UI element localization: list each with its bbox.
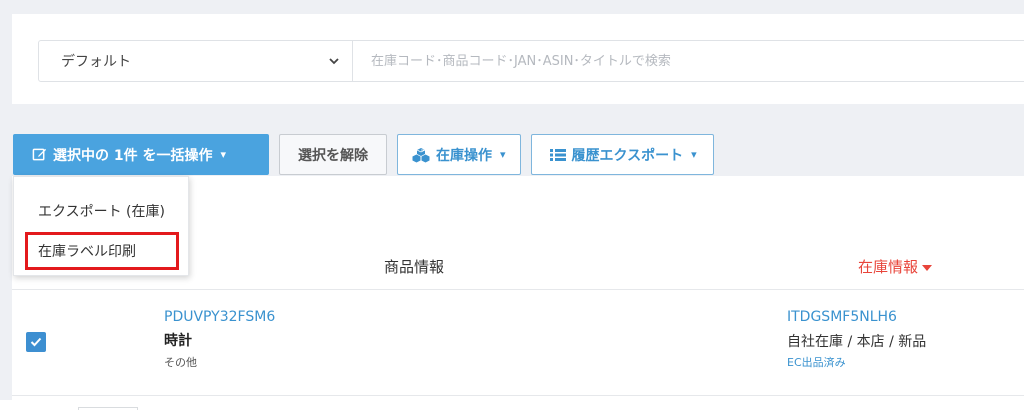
row-checkbox[interactable] [26, 332, 46, 352]
search-box: デフォルト [38, 40, 1024, 82]
stock-location: 自社在庫 / 本店 / 新品 [787, 334, 927, 350]
caret-down-icon: ▾ [220, 148, 227, 161]
stock-operations-button[interactable]: 在庫操作 ▾ [397, 134, 521, 175]
preset-select-value: デフォルト [61, 54, 131, 70]
edit-icon [32, 148, 47, 161]
menu-item-export-stock[interactable]: エクスポート (在庫) [14, 201, 188, 221]
bulk-action-menu: エクスポート (在庫) 在庫ラベル印刷 [13, 176, 189, 276]
preset-select[interactable]: デフォルト [39, 41, 353, 81]
stock-operations-label: 在庫操作 [436, 147, 492, 164]
filter-panel: デフォルト [12, 14, 1024, 104]
bulk-action-label: 選択中の 1件 を一括操作 [53, 147, 213, 164]
product-code-link[interactable]: PDUVPY32FSM6 [164, 309, 275, 325]
history-export-button[interactable]: 履歴エクスポート ▾ [530, 134, 714, 175]
product-category: その他 [164, 356, 197, 369]
bulk-action-button[interactable]: 選択中の 1件 を一括操作 ▾ [13, 134, 269, 175]
stock-code-link[interactable]: ITDGSMF5NLH6 [787, 309, 897, 325]
caret-down-icon: ▾ [691, 148, 697, 161]
table-row: PDUVPY32FSM6 時計 その他 ITDGSMF5NLH6 自社在庫 / … [12, 291, 1024, 396]
check-icon [30, 337, 42, 347]
menu-item-print-stock-label[interactable]: 在庫ラベル印刷 [14, 241, 188, 261]
caret-down-icon [922, 265, 933, 271]
search-input[interactable] [353, 41, 1024, 81]
cubes-icon [412, 147, 430, 162]
history-export-label: 履歴エクスポート [571, 147, 684, 164]
toolbar: 選択中の 1件 を一括操作 ▾ 選択を解除 在庫操作 ▾ 履歴エクスポート ▾ [13, 134, 714, 175]
deselect-button[interactable]: 選択を解除 [279, 134, 387, 175]
column-header-stock-label: 在庫情報 [858, 258, 919, 276]
product-title: 時計 [164, 333, 192, 349]
list-icon [549, 148, 566, 161]
caret-down-icon: ▾ [500, 148, 506, 161]
column-header-product[interactable]: 商品情報 [384, 256, 444, 277]
ec-status: EC出品済み [787, 356, 846, 369]
chevron-down-icon [329, 58, 339, 65]
next-row-edge [0, 400, 1024, 410]
column-header-stock[interactable]: 在庫情報 [858, 256, 933, 277]
deselect-label: 選択を解除 [298, 147, 368, 164]
